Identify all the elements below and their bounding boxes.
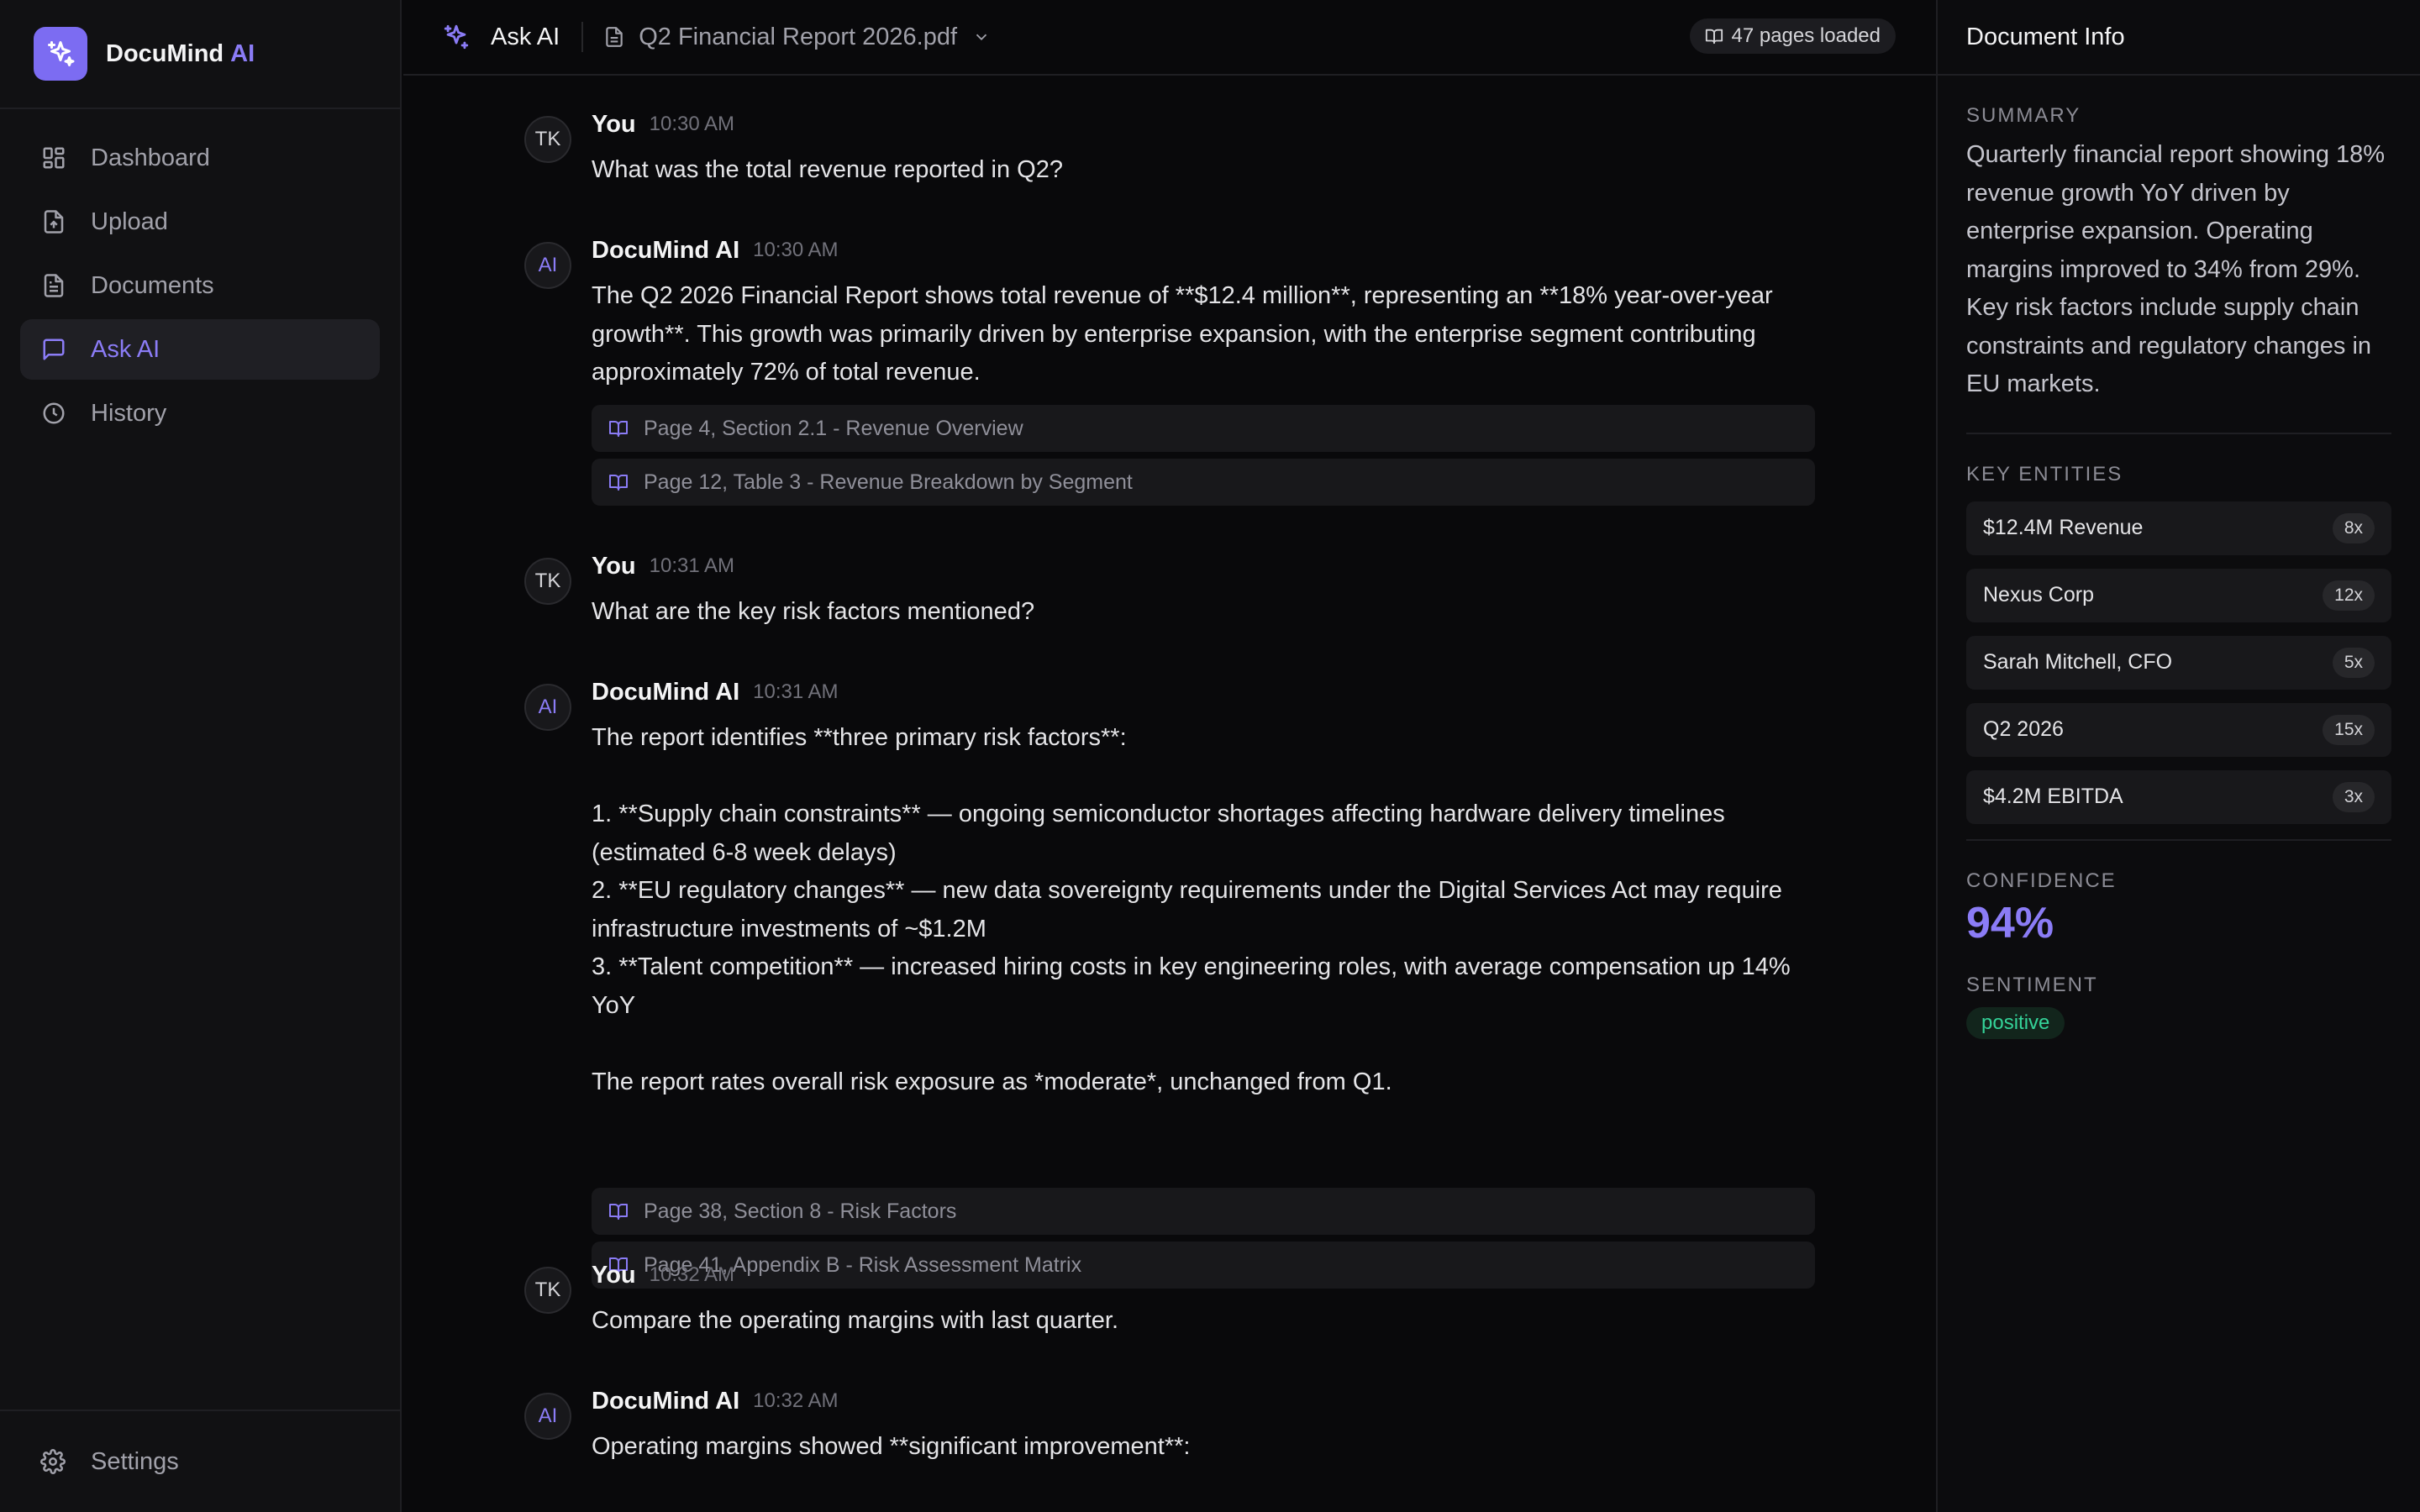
message-text: Compare the operating margins with last … bbox=[592, 1307, 1119, 1334]
divider bbox=[1966, 838, 2391, 841]
avatar: AI bbox=[524, 242, 571, 289]
sidebar-item-dashboard[interactable]: Dashboard bbox=[20, 128, 380, 188]
entity-item[interactable]: $12.4M Revenue 8x bbox=[1966, 501, 2391, 555]
summary-label: SUMMARY bbox=[1966, 104, 2081, 127]
message-text: What was the total revenue reported in Q… bbox=[592, 156, 1063, 183]
entity-count: 15x bbox=[2323, 714, 2375, 745]
entity-count: 5x bbox=[2332, 647, 2375, 678]
entity-count: 3x bbox=[2332, 781, 2375, 812]
document-info-panel: Document Info SUMMARY Quarterly financia… bbox=[1936, 0, 2420, 1512]
book-icon bbox=[608, 1201, 629, 1221]
upload-icon bbox=[40, 208, 67, 235]
document-selector[interactable]: Q2 Financial Report 2026.pdf bbox=[603, 24, 991, 51]
sentiment-badge: positive bbox=[1966, 1006, 2065, 1039]
pages-loaded-badge: 47 pages loaded bbox=[1689, 18, 1896, 54]
avatar: TK bbox=[524, 1267, 571, 1314]
divider bbox=[1966, 432, 2391, 434]
sentiment-label: SENTIMENT bbox=[1966, 973, 2098, 996]
citation-link[interactable]: Page 38, Section 8 - Risk Factors bbox=[592, 1188, 1815, 1235]
chevron-down-icon bbox=[972, 28, 991, 46]
message-text: The Q2 2026 Financial Report shows total… bbox=[592, 282, 1780, 386]
entity-item[interactable]: $4.2M EBITDA 3x bbox=[1966, 769, 2391, 824]
sidebar-item-label: Ask AI bbox=[91, 335, 160, 363]
chat-thread[interactable]: TK You 10:30 AM What was the total revenu… bbox=[403, 77, 1936, 1512]
sidebar-item-label: Upload bbox=[91, 207, 168, 235]
sidebar-item-documents[interactable]: Documents bbox=[20, 255, 380, 316]
message-author: You bbox=[592, 110, 636, 138]
sparkles-icon bbox=[442, 23, 471, 51]
message-text: Operating margins showed **significant i… bbox=[592, 1433, 1191, 1460]
panel-title: Document Info bbox=[1938, 0, 2420, 76]
sidebar-item-label: History bbox=[91, 399, 167, 427]
entity-item[interactable]: Sarah Mitchell, CFO 5x bbox=[1966, 635, 2391, 690]
message-time: 10:30 AM bbox=[649, 113, 735, 135]
sidebar-item-upload[interactable]: Upload bbox=[20, 192, 380, 252]
avatar: TK bbox=[524, 558, 571, 605]
clock-icon bbox=[40, 400, 67, 427]
sidebar-nav: Dashboard Upload Documents Ask AI Histor… bbox=[0, 109, 400, 444]
sidebar-item-label: Dashboard bbox=[91, 144, 210, 171]
book-icon bbox=[1705, 27, 1723, 45]
book-icon bbox=[608, 418, 629, 438]
avatar: AI bbox=[524, 1393, 571, 1440]
message-time: 10:31 AM bbox=[649, 554, 735, 577]
message-time: 10:32 AM bbox=[753, 1389, 839, 1412]
sparkles-logo-icon bbox=[34, 27, 87, 81]
summary-text: Quarterly financial report showing 18% r… bbox=[1966, 141, 2386, 397]
brand-name: DocuMind AI bbox=[106, 39, 255, 67]
settings-label: Settings bbox=[91, 1447, 179, 1475]
citation-link[interactable]: Page 41, Appendix B - Risk Assessment Ma… bbox=[592, 1242, 1815, 1289]
message-text: What are the key risk factors mentioned? bbox=[592, 598, 1035, 625]
citation-link[interactable]: Page 12, Table 3 - Revenue Breakdown by … bbox=[592, 459, 1815, 506]
confidence-label: CONFIDENCE bbox=[1966, 869, 2117, 892]
brand: DocuMind AI bbox=[0, 0, 400, 109]
avatar: TK bbox=[524, 116, 571, 163]
message-author: DocuMind AI bbox=[592, 1387, 740, 1415]
entity-count: 8x bbox=[2332, 512, 2375, 543]
document-name: Q2 Financial Report 2026.pdf bbox=[639, 23, 958, 50]
gear-icon bbox=[40, 1448, 67, 1475]
page-title: Ask AI bbox=[491, 23, 560, 50]
citation-link[interactable]: Page 4, Section 2.1 - Revenue Overview bbox=[592, 405, 1815, 452]
message-time: 10:32 AM bbox=[649, 1263, 735, 1286]
dashboard-icon bbox=[40, 144, 67, 171]
message-author: You bbox=[592, 1261, 636, 1289]
message-text: The report identifies **three primary ri… bbox=[592, 724, 1791, 1095]
divider bbox=[581, 22, 584, 52]
confidence-value: 94% bbox=[1966, 898, 2054, 948]
message-time: 10:31 AM bbox=[753, 680, 839, 703]
citations: Page 4, Section 2.1 - Revenue Overview P… bbox=[592, 405, 1815, 512]
documents-icon bbox=[40, 272, 67, 299]
topbar: Ask AI Q2 Financial Report 2026.pdf 47 p… bbox=[403, 0, 1936, 76]
message-author: You bbox=[592, 552, 636, 580]
sidebar-item-history[interactable]: History bbox=[20, 383, 380, 444]
entity-item[interactable]: Q2 2026 15x bbox=[1966, 702, 2391, 757]
message-author: DocuMind AI bbox=[592, 678, 740, 706]
chat-icon bbox=[40, 336, 67, 363]
sidebar-item-label: Documents bbox=[91, 271, 214, 299]
citations: Page 38, Section 8 - Risk Factors Page 4… bbox=[592, 1188, 1815, 1295]
message-time: 10:30 AM bbox=[753, 239, 839, 261]
entities-label: KEY ENTITIES bbox=[1966, 462, 2123, 486]
entity-item[interactable]: Nexus Corp 12x bbox=[1966, 568, 2391, 622]
sidebar: DocuMind AI Dashboard Upload Documents As… bbox=[0, 0, 402, 1512]
avatar: AI bbox=[524, 684, 571, 731]
entity-count: 12x bbox=[2323, 580, 2375, 611]
sidebar-item-ask-ai[interactable]: Ask AI bbox=[20, 319, 380, 380]
file-icon bbox=[603, 26, 625, 48]
book-icon bbox=[608, 472, 629, 492]
message-author: DocuMind AI bbox=[592, 236, 740, 264]
sidebar-item-settings[interactable]: Settings bbox=[0, 1410, 400, 1512]
